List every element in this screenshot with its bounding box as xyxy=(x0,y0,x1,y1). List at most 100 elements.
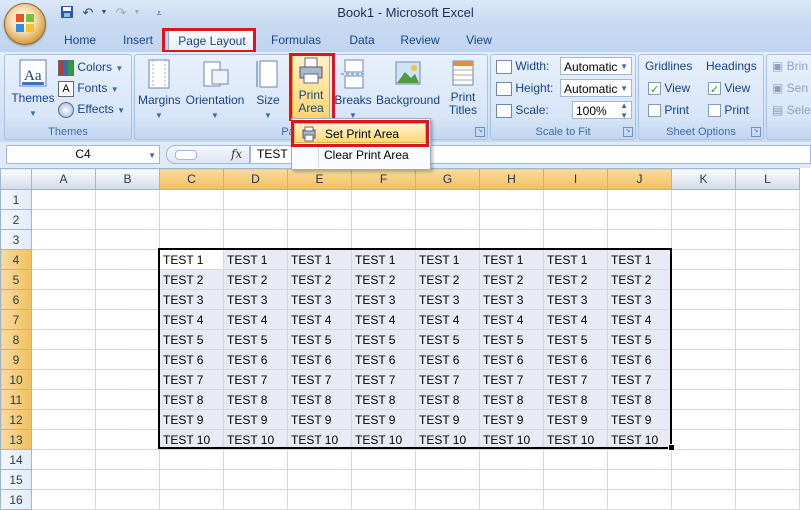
cell-j3[interactable] xyxy=(607,229,672,250)
row-header-3[interactable]: 3 xyxy=(0,229,32,250)
cell-c16[interactable] xyxy=(159,489,224,510)
cell-g16[interactable] xyxy=(415,489,480,510)
cell-g9[interactable]: TEST 6 xyxy=(415,349,480,370)
undo-dropdown-icon[interactable]: ▼ xyxy=(95,5,113,21)
cell-d1[interactable] xyxy=(223,189,288,210)
cell-i3[interactable] xyxy=(543,229,608,250)
column-header-k[interactable]: K xyxy=(671,168,736,190)
cell-k9[interactable] xyxy=(671,349,736,370)
row-header-11[interactable]: 11 xyxy=(0,389,32,410)
cell-e14[interactable] xyxy=(287,449,352,470)
cell-i11[interactable]: TEST 8 xyxy=(543,389,608,410)
cell-c9[interactable]: TEST 6 xyxy=(159,349,224,370)
cell-f10[interactable]: TEST 7 xyxy=(351,369,416,390)
cell-c5[interactable]: TEST 2 xyxy=(159,269,224,290)
page-setup-launcher-icon[interactable]: ↘ xyxy=(475,127,485,137)
cell-e13[interactable]: TEST 10 xyxy=(287,429,352,450)
cell-h9[interactable]: TEST 6 xyxy=(479,349,544,370)
clear-print-area-item[interactable]: Clear Print Area xyxy=(294,145,426,165)
selection-pane-button[interactable]: ▤ Sele xyxy=(772,100,811,120)
cell-b13[interactable] xyxy=(95,429,160,450)
cell-j5[interactable]: TEST 2 xyxy=(607,269,672,290)
cell-i6[interactable]: TEST 3 xyxy=(543,289,608,310)
column-header-i[interactable]: I xyxy=(543,168,608,190)
cell-k4[interactable] xyxy=(671,249,736,270)
cell-d2[interactable] xyxy=(223,209,288,230)
cell-a14[interactable] xyxy=(31,449,96,470)
cell-l7[interactable] xyxy=(735,309,800,330)
cell-e1[interactable] xyxy=(287,189,352,210)
cell-d8[interactable]: TEST 5 xyxy=(223,329,288,350)
tab-review[interactable]: Review xyxy=(396,29,444,51)
cell-a11[interactable] xyxy=(31,389,96,410)
column-header-a[interactable]: A xyxy=(31,168,96,190)
cell-k6[interactable] xyxy=(671,289,736,310)
cell-b10[interactable] xyxy=(95,369,160,390)
effects-button[interactable]: Effects ▼ xyxy=(58,99,128,119)
cell-a13[interactable] xyxy=(31,429,96,450)
select-all-corner[interactable] xyxy=(0,168,32,190)
cell-j4[interactable]: TEST 1 xyxy=(607,249,672,270)
cell-h14[interactable] xyxy=(479,449,544,470)
cell-c15[interactable] xyxy=(159,469,224,490)
row-header-13[interactable]: 13 xyxy=(0,429,32,450)
cell-e2[interactable] xyxy=(287,209,352,230)
cell-f2[interactable] xyxy=(351,209,416,230)
cell-d12[interactable]: TEST 9 xyxy=(223,409,288,430)
cell-j15[interactable] xyxy=(607,469,672,490)
redo-dropdown-icon[interactable]: ▼ xyxy=(128,5,146,21)
cell-h3[interactable] xyxy=(479,229,544,250)
send-backward-button[interactable]: ▣ Sen xyxy=(772,78,808,98)
cell-e7[interactable]: TEST 4 xyxy=(287,309,352,330)
cell-k12[interactable] xyxy=(671,409,736,430)
cell-j16[interactable] xyxy=(607,489,672,510)
orientation-button[interactable]: Orientation ▼ xyxy=(184,58,246,121)
cell-a4[interactable] xyxy=(31,249,96,270)
themes-button[interactable]: Aa Themes ▼ xyxy=(10,58,56,119)
cell-l3[interactable] xyxy=(735,229,800,250)
row-header-9[interactable]: 9 xyxy=(0,349,32,370)
cell-j2[interactable] xyxy=(607,209,672,230)
name-box[interactable]: C4 ▼ xyxy=(6,145,160,164)
cell-j9[interactable]: TEST 6 xyxy=(607,349,672,370)
cell-j10[interactable]: TEST 7 xyxy=(607,369,672,390)
cell-i13[interactable]: TEST 10 xyxy=(543,429,608,450)
cell-k8[interactable] xyxy=(671,329,736,350)
row-header-7[interactable]: 7 xyxy=(0,309,32,330)
cell-k3[interactable] xyxy=(671,229,736,250)
cell-l9[interactable] xyxy=(735,349,800,370)
cell-g6[interactable]: TEST 3 xyxy=(415,289,480,310)
cell-g7[interactable]: TEST 4 xyxy=(415,309,480,330)
width-select[interactable]: Automatic ▼ xyxy=(560,57,632,75)
cell-g11[interactable]: TEST 8 xyxy=(415,389,480,410)
tab-formulas[interactable]: Formulas xyxy=(268,29,324,51)
cell-h11[interactable]: TEST 8 xyxy=(479,389,544,410)
cell-k13[interactable] xyxy=(671,429,736,450)
tab-view[interactable]: View xyxy=(459,29,499,51)
cell-a10[interactable] xyxy=(31,369,96,390)
breaks-button[interactable]: Breaks ▼ xyxy=(334,58,372,121)
cell-e15[interactable] xyxy=(287,469,352,490)
cell-c4[interactable]: TEST 1 xyxy=(159,249,224,270)
cell-i1[interactable] xyxy=(543,189,608,210)
cell-e12[interactable]: TEST 9 xyxy=(287,409,352,430)
cell-i2[interactable] xyxy=(543,209,608,230)
cell-d13[interactable]: TEST 10 xyxy=(223,429,288,450)
sheet-options-launcher-icon[interactable]: ↘ xyxy=(751,127,761,137)
size-button[interactable]: Size ▼ xyxy=(252,58,284,121)
cell-l14[interactable] xyxy=(735,449,800,470)
cell-i12[interactable]: TEST 9 xyxy=(543,409,608,430)
cell-h2[interactable] xyxy=(479,209,544,230)
cell-b8[interactable] xyxy=(95,329,160,350)
cell-j14[interactable] xyxy=(607,449,672,470)
cell-h16[interactable] xyxy=(479,489,544,510)
cell-h6[interactable]: TEST 3 xyxy=(479,289,544,310)
headings-print-option[interactable]: Print xyxy=(708,100,749,120)
cell-f13[interactable]: TEST 10 xyxy=(351,429,416,450)
cell-f7[interactable]: TEST 4 xyxy=(351,309,416,330)
cell-f15[interactable] xyxy=(351,469,416,490)
cell-g12[interactable]: TEST 9 xyxy=(415,409,480,430)
cell-b7[interactable] xyxy=(95,309,160,330)
column-header-f[interactable]: F xyxy=(351,168,416,190)
cell-l8[interactable] xyxy=(735,329,800,350)
